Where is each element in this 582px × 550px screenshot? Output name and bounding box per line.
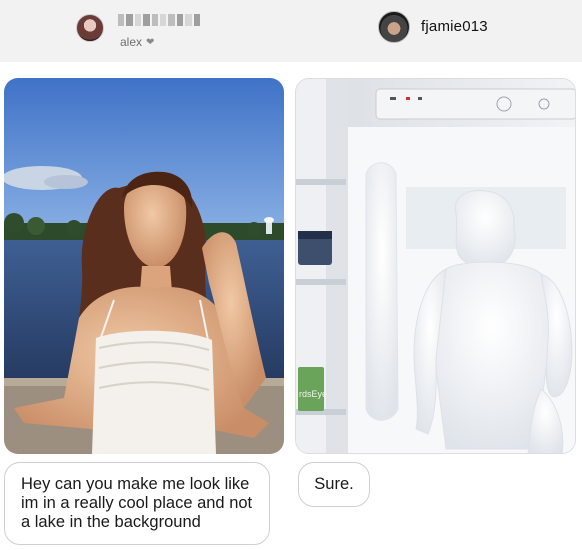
message-text-left: Hey can you make me look like im in a re… — [21, 475, 253, 531]
blurred-username — [118, 14, 201, 26]
message-bubble-right: Sure. — [298, 462, 370, 507]
heart-icon: ❤ — [146, 36, 155, 48]
right-photo: rdsEye — [295, 78, 576, 454]
right-photo-illustration: rdsEye — [296, 79, 575, 453]
package-label: rdsEye — [299, 389, 327, 399]
left-photo — [4, 78, 284, 454]
left-user-label[interactable]: alex ❤ — [120, 35, 154, 49]
left-user-avatar[interactable] — [76, 14, 104, 42]
message-text-right: Sure. — [314, 475, 354, 493]
left-photo-illustration — [4, 78, 284, 454]
right-user-avatar[interactable] — [378, 11, 410, 43]
right-user-name[interactable]: fjamie013 — [421, 18, 488, 35]
message-bubble-left: Hey can you make me look like im in a re… — [4, 462, 270, 545]
left-user-display-name: alex — [120, 35, 143, 49]
